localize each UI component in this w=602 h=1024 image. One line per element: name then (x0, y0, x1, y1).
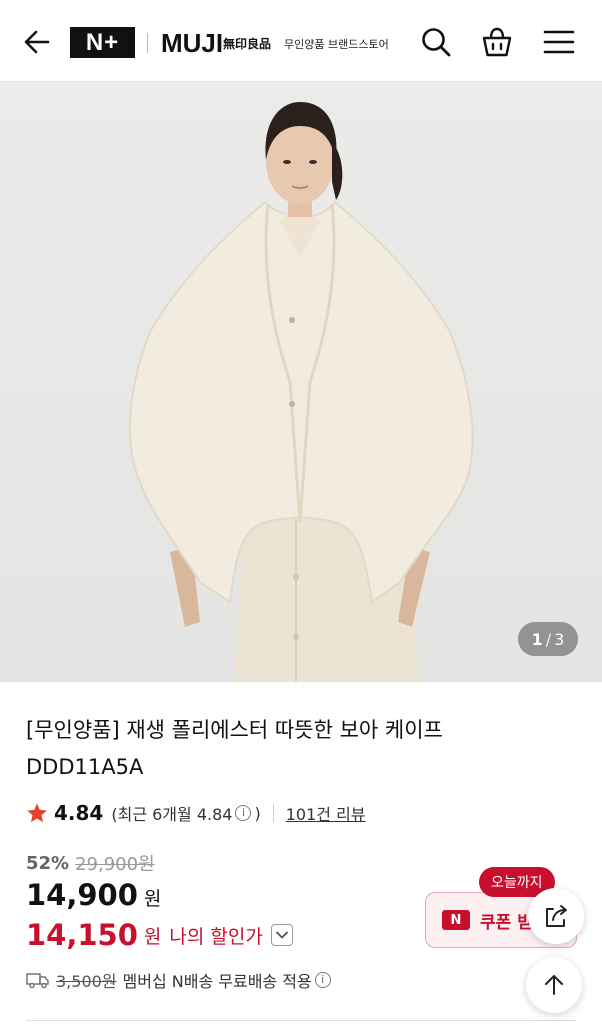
section-divider (26, 1020, 576, 1021)
store-name[interactable]: 무인양품 브랜드스토어 (284, 36, 389, 52)
naver-plus-logo[interactable]: N+ (70, 27, 135, 58)
discount-row: 52% 29,900원 (26, 850, 155, 876)
muji-kanji-logo: 無印良品 (223, 37, 272, 51)
pager-total: 3 (554, 629, 565, 649)
rating-row: 4.84 (최근 6개월 4.84 i ) 101건 리뷰 (26, 800, 366, 826)
my-discount-label: 나의 할인가 (169, 925, 263, 948)
rating-divider (272, 804, 274, 822)
my-discount-row[interactable]: 14,150 원 나의 할인가 (26, 918, 293, 952)
coupon-label: 쿠폰 받 (480, 912, 533, 933)
rating-score: 4.84 (54, 801, 104, 825)
muji-logo[interactable]: MUJI (161, 28, 223, 59)
top-navigation-bar: N+ MUJI 無印良品 무인양품 브랜드스토어 (0, 0, 602, 82)
sale-price-row: 14,900 원 (26, 878, 161, 912)
header-divider (147, 33, 148, 53)
chevron-down-icon[interactable] (270, 924, 293, 946)
my-discount-price: 14,150 (26, 918, 138, 952)
menu-icon[interactable] (543, 26, 575, 58)
product-code: DDD11A5A (26, 755, 144, 779)
shipping-row: 3,500원 멤버십 N배송 무료배송 적용 i (26, 968, 334, 992)
pager-separator: / (545, 629, 552, 649)
shipping-text: 멤버십 N배송 무료배송 적용 (122, 972, 312, 991)
product-photo-illustration (128, 102, 474, 682)
scroll-to-top-button[interactable] (526, 957, 582, 1013)
info-icon[interactable]: i (235, 805, 252, 821)
pager-current: 1 (531, 629, 543, 649)
arrow-up-icon (545, 975, 563, 995)
search-icon[interactable] (420, 26, 452, 58)
image-pager: 1 / 3 (518, 622, 578, 656)
naver-n-icon: N (442, 910, 470, 930)
recent-rating: (최근 6개월 4.84 (111, 805, 233, 824)
star-icon (27, 803, 47, 823)
product-title-line1: [무인양품] 재생 폴리에스터 따뜻한 보아 케이프 (26, 718, 443, 742)
sale-price-currency: 원 (143, 888, 162, 910)
product-image[interactable]: 1 / 3 (0, 82, 602, 682)
original-price: 29,900원 (75, 854, 155, 875)
product-title: [무인양품] 재생 폴리에스터 따뜻한 보아 케이프 DDD11A5A (26, 712, 586, 786)
shipping-info-icon[interactable]: i (314, 972, 331, 988)
original-shipping-fee: 3,500원 (56, 972, 117, 991)
recent-rating-suffix: ) (254, 803, 261, 823)
share-icon (546, 905, 567, 927)
discount-rate: 52% (26, 852, 70, 874)
back-arrow-icon[interactable] (22, 27, 52, 57)
shopping-bag-icon[interactable] (481, 26, 513, 58)
review-count-link[interactable]: 101건 리뷰 (286, 801, 366, 825)
sale-price: 14,900 (26, 878, 138, 912)
my-discount-currency: 원 (143, 925, 162, 948)
delivery-truck-icon (26, 973, 49, 989)
share-button[interactable] (528, 888, 584, 944)
